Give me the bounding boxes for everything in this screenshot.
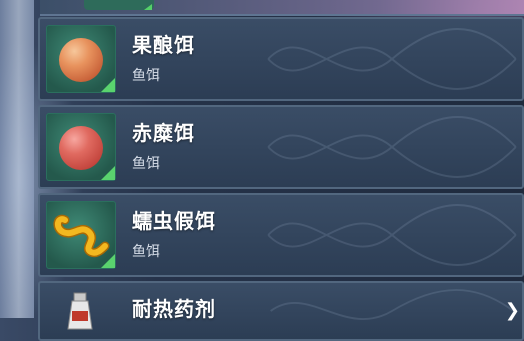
row-ornament-pattern <box>267 28 517 90</box>
item-category: 鱼饵 <box>132 244 160 260</box>
rarity-corner-marker <box>101 78 115 92</box>
potion-bottle-icon <box>67 292 93 330</box>
list-item[interactable]: 果酿饵 鱼饵 <box>38 17 524 101</box>
rarity-corner-marker <box>101 254 115 268</box>
list-item[interactable]: 耐热药剂 <box>38 281 524 341</box>
item-category: 鱼饵 <box>132 156 160 172</box>
row-ornament-pattern <box>270 289 514 320</box>
orange-bait-ball-icon <box>59 38 103 82</box>
item-name: 蠕虫假饵 <box>132 209 216 233</box>
item-icon-tile <box>46 201 116 269</box>
row-ornament-pattern <box>267 116 517 178</box>
item-category: 鱼饵 <box>132 68 160 84</box>
item-icon-tile <box>46 113 116 181</box>
item-icon-tile <box>46 289 116 339</box>
bait-item-list: 果酿饵 鱼饵 赤糜饵 鱼饵 蠕虫假饵 鱼饵 耐热药剂 <box>38 14 524 341</box>
item-name: 赤糜饵 <box>132 121 195 145</box>
row-ornament-pattern <box>267 204 517 266</box>
list-item[interactable]: 赤糜饵 鱼饵 <box>38 105 524 189</box>
left-rail <box>0 0 34 318</box>
red-bait-ball-icon <box>59 126 103 170</box>
item-name: 果酿饵 <box>132 33 195 57</box>
previous-item-icon-tile <box>84 0 154 10</box>
item-icon-tile <box>46 25 116 93</box>
rarity-corner-marker <box>101 166 115 180</box>
list-item[interactable]: 蠕虫假饵 鱼饵 <box>38 193 524 277</box>
